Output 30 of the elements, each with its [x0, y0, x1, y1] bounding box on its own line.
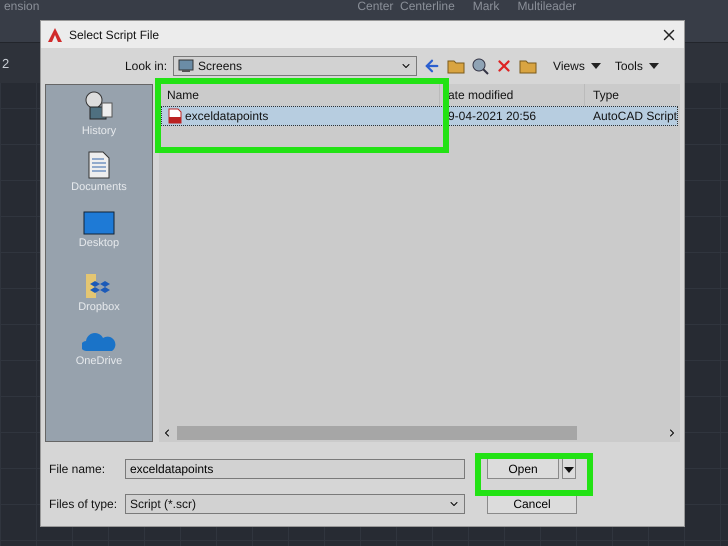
caret-icon: [564, 466, 574, 472]
look-in-label: Look in:: [125, 59, 168, 73]
computer-icon: [178, 59, 194, 73]
open-options-button[interactable]: [562, 458, 576, 479]
search-icon[interactable]: [471, 57, 490, 75]
tools-menu[interactable]: Tools: [614, 59, 643, 73]
file-name-label: File name:: [49, 462, 106, 476]
new-folder-icon[interactable]: [519, 58, 538, 74]
monitor-icon: [82, 211, 115, 235]
script-file-icon: [168, 108, 182, 124]
ribbon-label: Mark: [472, 0, 500, 13]
ribbon-label: Center Centerline: [357, 0, 455, 13]
folder-up-icon[interactable]: [447, 58, 466, 74]
caret-icon[interactable]: [648, 63, 659, 69]
document-icon: [88, 151, 110, 179]
look-in-dropdown[interactable]: Screens: [173, 56, 418, 76]
file-type-dropdown[interactable]: Script (*.scr): [125, 494, 465, 514]
file-row[interactable]: exceldatapoints 9-04-2021 20:56 AutoCAD Script: [160, 106, 678, 126]
ribbon-label: ension: [4, 0, 40, 13]
views-menu[interactable]: Views: [553, 59, 585, 73]
window-title: Select Script File: [69, 28, 160, 42]
cloud-icon: [82, 331, 116, 353]
open-button[interactable]: Open: [487, 458, 559, 479]
column-header[interactable]: Name: [158, 84, 439, 106]
caret-icon[interactable]: [590, 63, 601, 69]
ribbon-label: Multileader: [517, 0, 576, 13]
tab-number: 2: [2, 56, 10, 70]
file-type-label: Files of type:: [49, 496, 118, 510]
back-icon[interactable]: [423, 57, 442, 75]
file-name-field[interactable]: exceldatapoints: [125, 458, 465, 478]
